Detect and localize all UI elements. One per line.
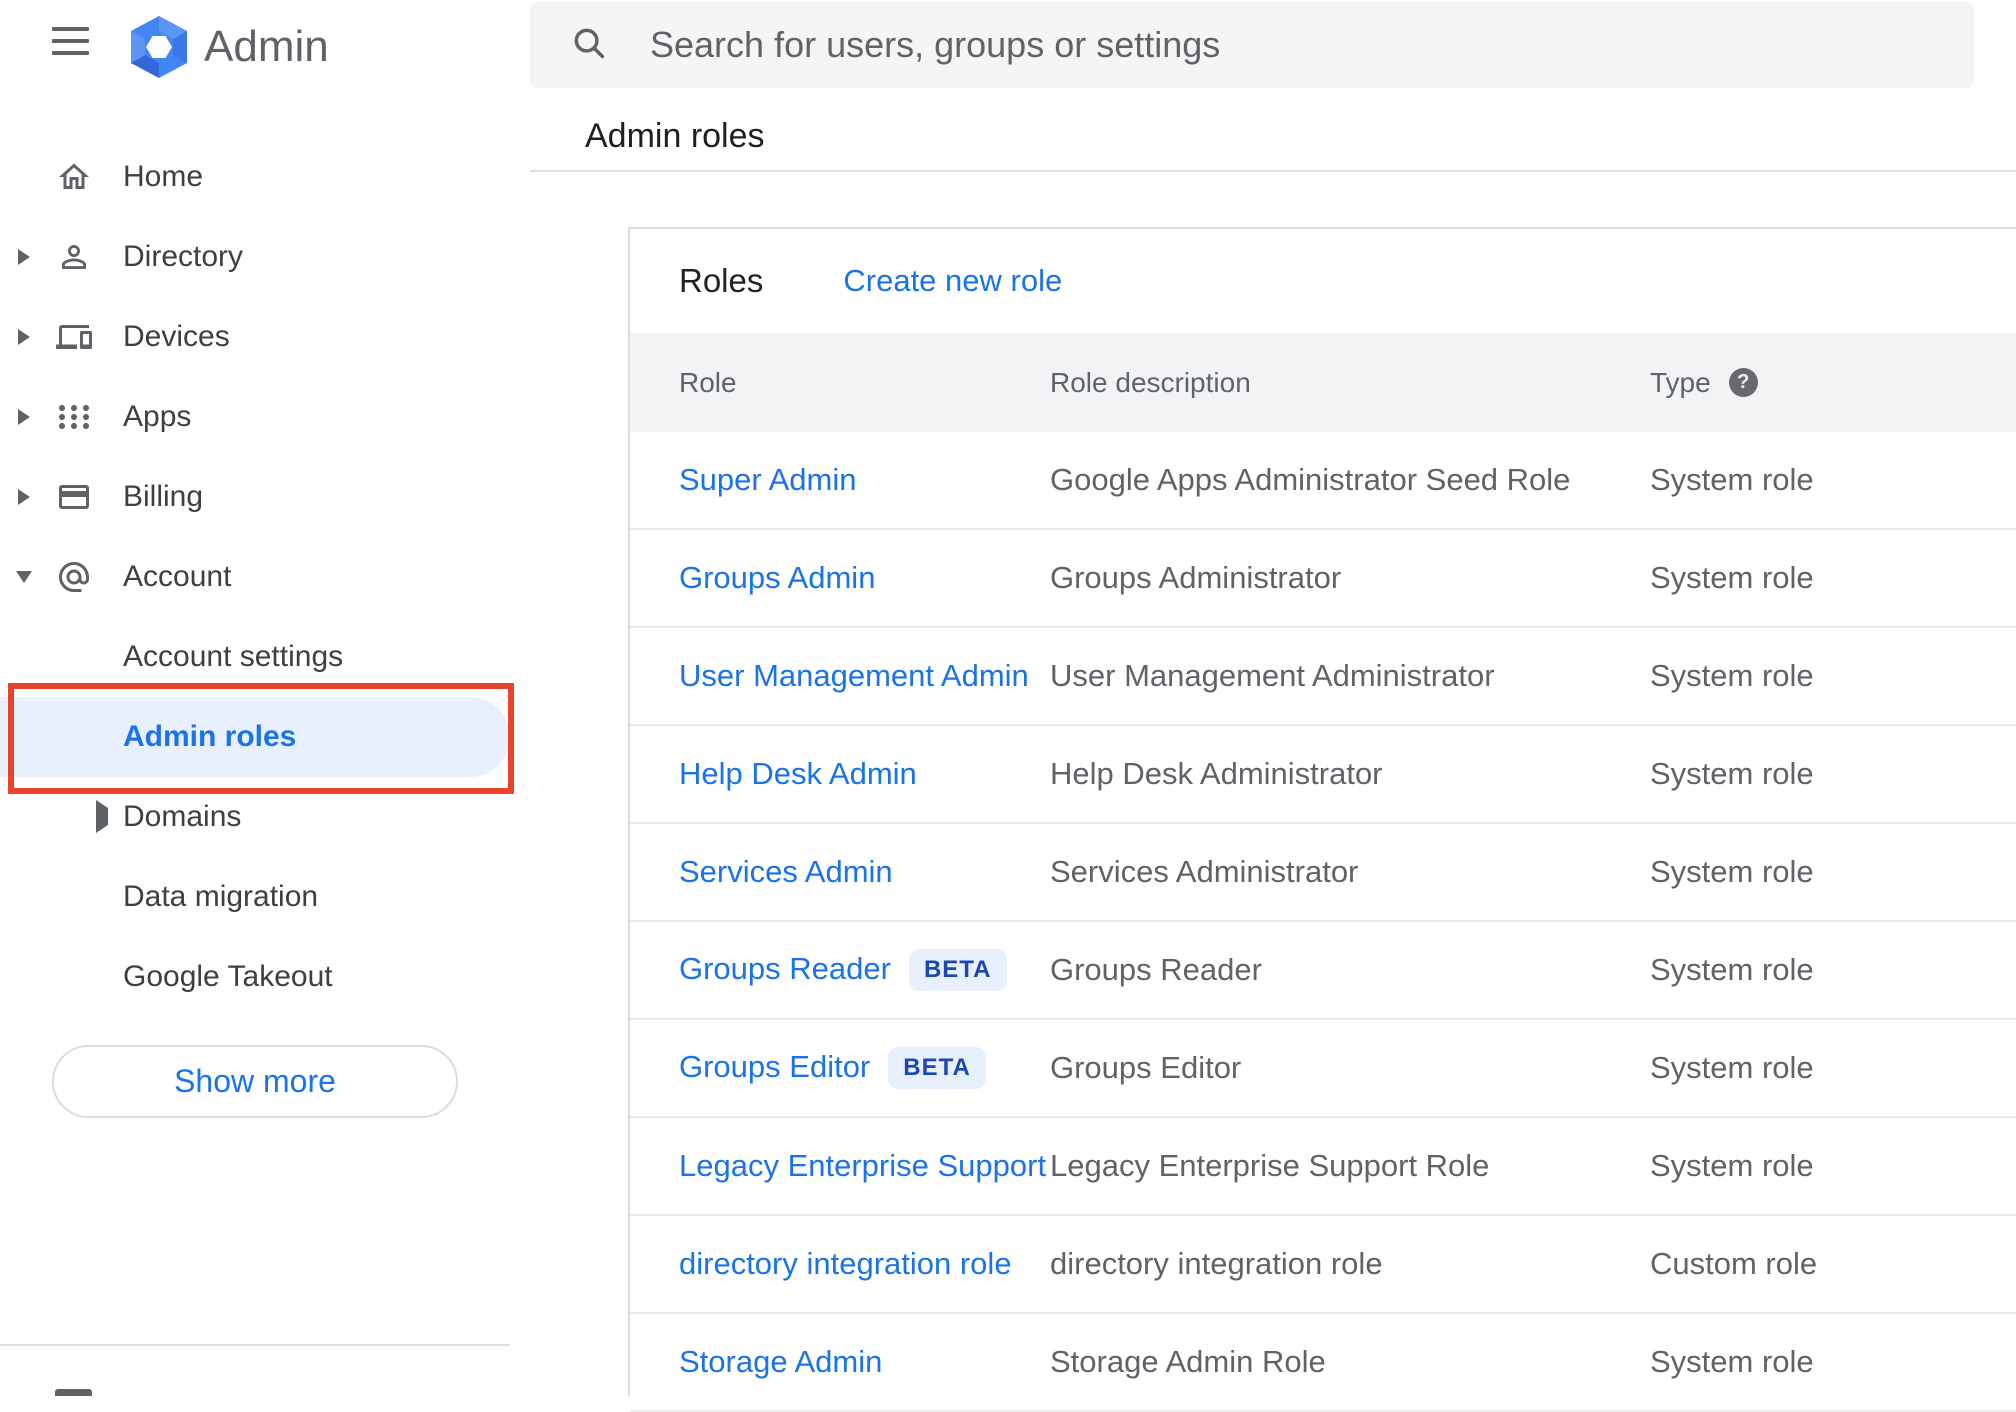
role-type: System role: [1650, 1344, 1814, 1379]
apps-icon: [56, 399, 92, 435]
role-type: Custom role: [1650, 1246, 1818, 1281]
search-icon: [570, 24, 608, 67]
sidebar-item-label: Billing: [123, 480, 204, 513]
table-row: Legacy Enterprise Support Legacy Enterpri…: [630, 1118, 2016, 1216]
column-header-type-label: Type: [1650, 366, 1711, 398]
sidebar-item-label: Account settings: [123, 640, 344, 673]
sidebar-item-account[interactable]: Account: [0, 537, 510, 617]
role-type: System role: [1650, 854, 1814, 889]
role-type: System role: [1650, 952, 1814, 987]
role-type: System role: [1650, 1050, 1814, 1085]
sidebar-item-devices[interactable]: Devices: [0, 297, 510, 377]
home-icon: [56, 159, 92, 195]
table-row: Services Admin Services Administrator Syst…: [630, 824, 2016, 922]
sidebar-item-label: Devices: [123, 320, 230, 353]
beta-badge: BETA: [888, 1047, 986, 1089]
role-description: Groups Reader: [1050, 952, 1262, 987]
column-header-type: Type ?: [1650, 367, 2016, 399]
search-input[interactable]: [648, 23, 1852, 67]
table-row: Groups Reader BETA Groups Reader System rol…: [630, 922, 2016, 1020]
roles-table-body: Super Admin Google Apps Administrator See…: [630, 432, 2016, 1412]
column-header-description: Role description: [1050, 366, 1251, 398]
table-row: Groups Admin Groups Administrator System r…: [630, 530, 2016, 628]
expand-arrow-icon[interactable]: [18, 489, 30, 505]
role-link-legacy-enterprise-support[interactable]: Legacy Enterprise Support: [679, 1148, 1046, 1183]
expand-arrow-icon[interactable]: [18, 409, 30, 425]
person-icon: [56, 239, 92, 275]
role-description: Groups Administrator: [1050, 560, 1342, 595]
table-row: Groups Editor BETA Groups Editor System rol…: [630, 1020, 2016, 1118]
expand-arrow-icon[interactable]: [18, 329, 30, 345]
table-row: Help Desk Admin Help Desk Administrator Sy…: [630, 726, 2016, 824]
column-header-role: Role: [679, 366, 737, 398]
sidebar-item-google-takeout[interactable]: Google Takeout: [0, 937, 510, 1017]
collapse-arrow-icon[interactable]: [16, 571, 32, 583]
role-description: Google Apps Administrator Seed Role: [1050, 462, 1571, 497]
sidebar-item-label: Home: [123, 160, 204, 193]
role-type: System role: [1650, 658, 1814, 693]
role-link-groups-editor[interactable]: Groups Editor: [679, 1049, 870, 1084]
expand-arrow-icon[interactable]: [18, 249, 30, 265]
sidebar-item-billing[interactable]: Billing: [0, 457, 510, 537]
role-type: System role: [1650, 1148, 1814, 1183]
sidebar-nav: Home Directory Devices Apps Billing Account Ac…: [0, 137, 510, 1017]
at-icon: [56, 559, 92, 595]
sidebar-item-label: Apps: [123, 400, 192, 433]
sidebar-item-apps[interactable]: Apps: [0, 377, 510, 457]
help-icon[interactable]: ?: [1728, 368, 1758, 397]
app-title: Admin: [204, 22, 329, 71]
role-link-groups-reader[interactable]: Groups Reader: [679, 951, 891, 986]
role-type: System role: [1650, 462, 1814, 497]
role-description: User Management Administrator: [1050, 658, 1495, 693]
card-icon: [56, 479, 92, 515]
roles-card-header: Roles Create new role: [630, 229, 2016, 333]
sidebar-item-domains[interactable]: Domains: [0, 777, 510, 857]
role-description: Help Desk Administrator: [1050, 756, 1383, 791]
expand-arrow-icon[interactable]: [96, 800, 108, 833]
role-link-directory-integration-role[interactable]: directory integration role: [679, 1246, 1012, 1281]
role-description: Storage Admin Role: [1050, 1344, 1326, 1379]
role-type: System role: [1650, 756, 1814, 791]
menu-icon[interactable]: [52, 27, 89, 55]
role-link-services-admin[interactable]: Services Admin: [679, 854, 893, 889]
sidebar-item-account-settings[interactable]: Account settings: [0, 617, 510, 697]
role-description: Services Administrator: [1050, 854, 1359, 889]
cutoff-menu-icon: [55, 1389, 92, 1396]
header-divider: [530, 170, 2016, 172]
sidebar-divider: [0, 1344, 510, 1346]
role-link-help-desk-admin[interactable]: Help Desk Admin: [679, 756, 917, 791]
sidebar-item-label: Account: [123, 560, 232, 593]
table-row: Super Admin Google Apps Administrator See…: [630, 432, 2016, 530]
sidebar-item-data-migration[interactable]: Data migration: [0, 857, 510, 937]
beta-badge: BETA: [908, 949, 1007, 991]
role-link-super-admin[interactable]: Super Admin: [679, 462, 857, 497]
sidebar-item-label: Directory: [123, 240, 244, 273]
sidebar-item-label: Data migration: [123, 880, 319, 913]
sidebar-item-home[interactable]: Home: [0, 137, 510, 217]
table-row: Storage Admin Storage Admin Role System ro…: [630, 1314, 2016, 1412]
role-type: System role: [1650, 560, 1814, 595]
role-description: Groups Editor: [1050, 1050, 1242, 1085]
google-admin-logo-icon: [128, 15, 190, 79]
role-description: directory integration role: [1050, 1246, 1383, 1281]
show-more-button[interactable]: Show more: [52, 1045, 458, 1118]
sidebar-item-label: Admin roles: [123, 720, 297, 753]
role-description: Legacy Enterprise Support Role: [1050, 1148, 1490, 1183]
sidebar-item-label: Domains: [123, 800, 242, 833]
breadcrumb: Admin roles: [585, 117, 765, 155]
sidebar-item-label: Google Takeout: [123, 960, 333, 993]
devices-icon: [56, 319, 92, 355]
role-link-groups-admin[interactable]: Groups Admin: [679, 560, 875, 595]
create-new-role-link[interactable]: Create new role: [843, 263, 1062, 299]
roles-card: Roles Create new role Role Role descript…: [628, 227, 2016, 1412]
role-link-user-management-admin[interactable]: User Management Admin: [679, 658, 1029, 693]
table-row: directory integration role directory inte…: [630, 1216, 2016, 1314]
sidebar-item-admin-roles[interactable]: Admin roles: [0, 697, 510, 777]
roles-title: Roles: [679, 262, 764, 299]
search-bar[interactable]: [530, 2, 1974, 88]
table-row: User Management Admin User Management Adm…: [630, 628, 2016, 726]
role-link-storage-admin[interactable]: Storage Admin: [679, 1344, 882, 1379]
sidebar-item-directory[interactable]: Directory: [0, 217, 510, 297]
table-header-row: Role Role description Type ?: [630, 333, 2016, 432]
